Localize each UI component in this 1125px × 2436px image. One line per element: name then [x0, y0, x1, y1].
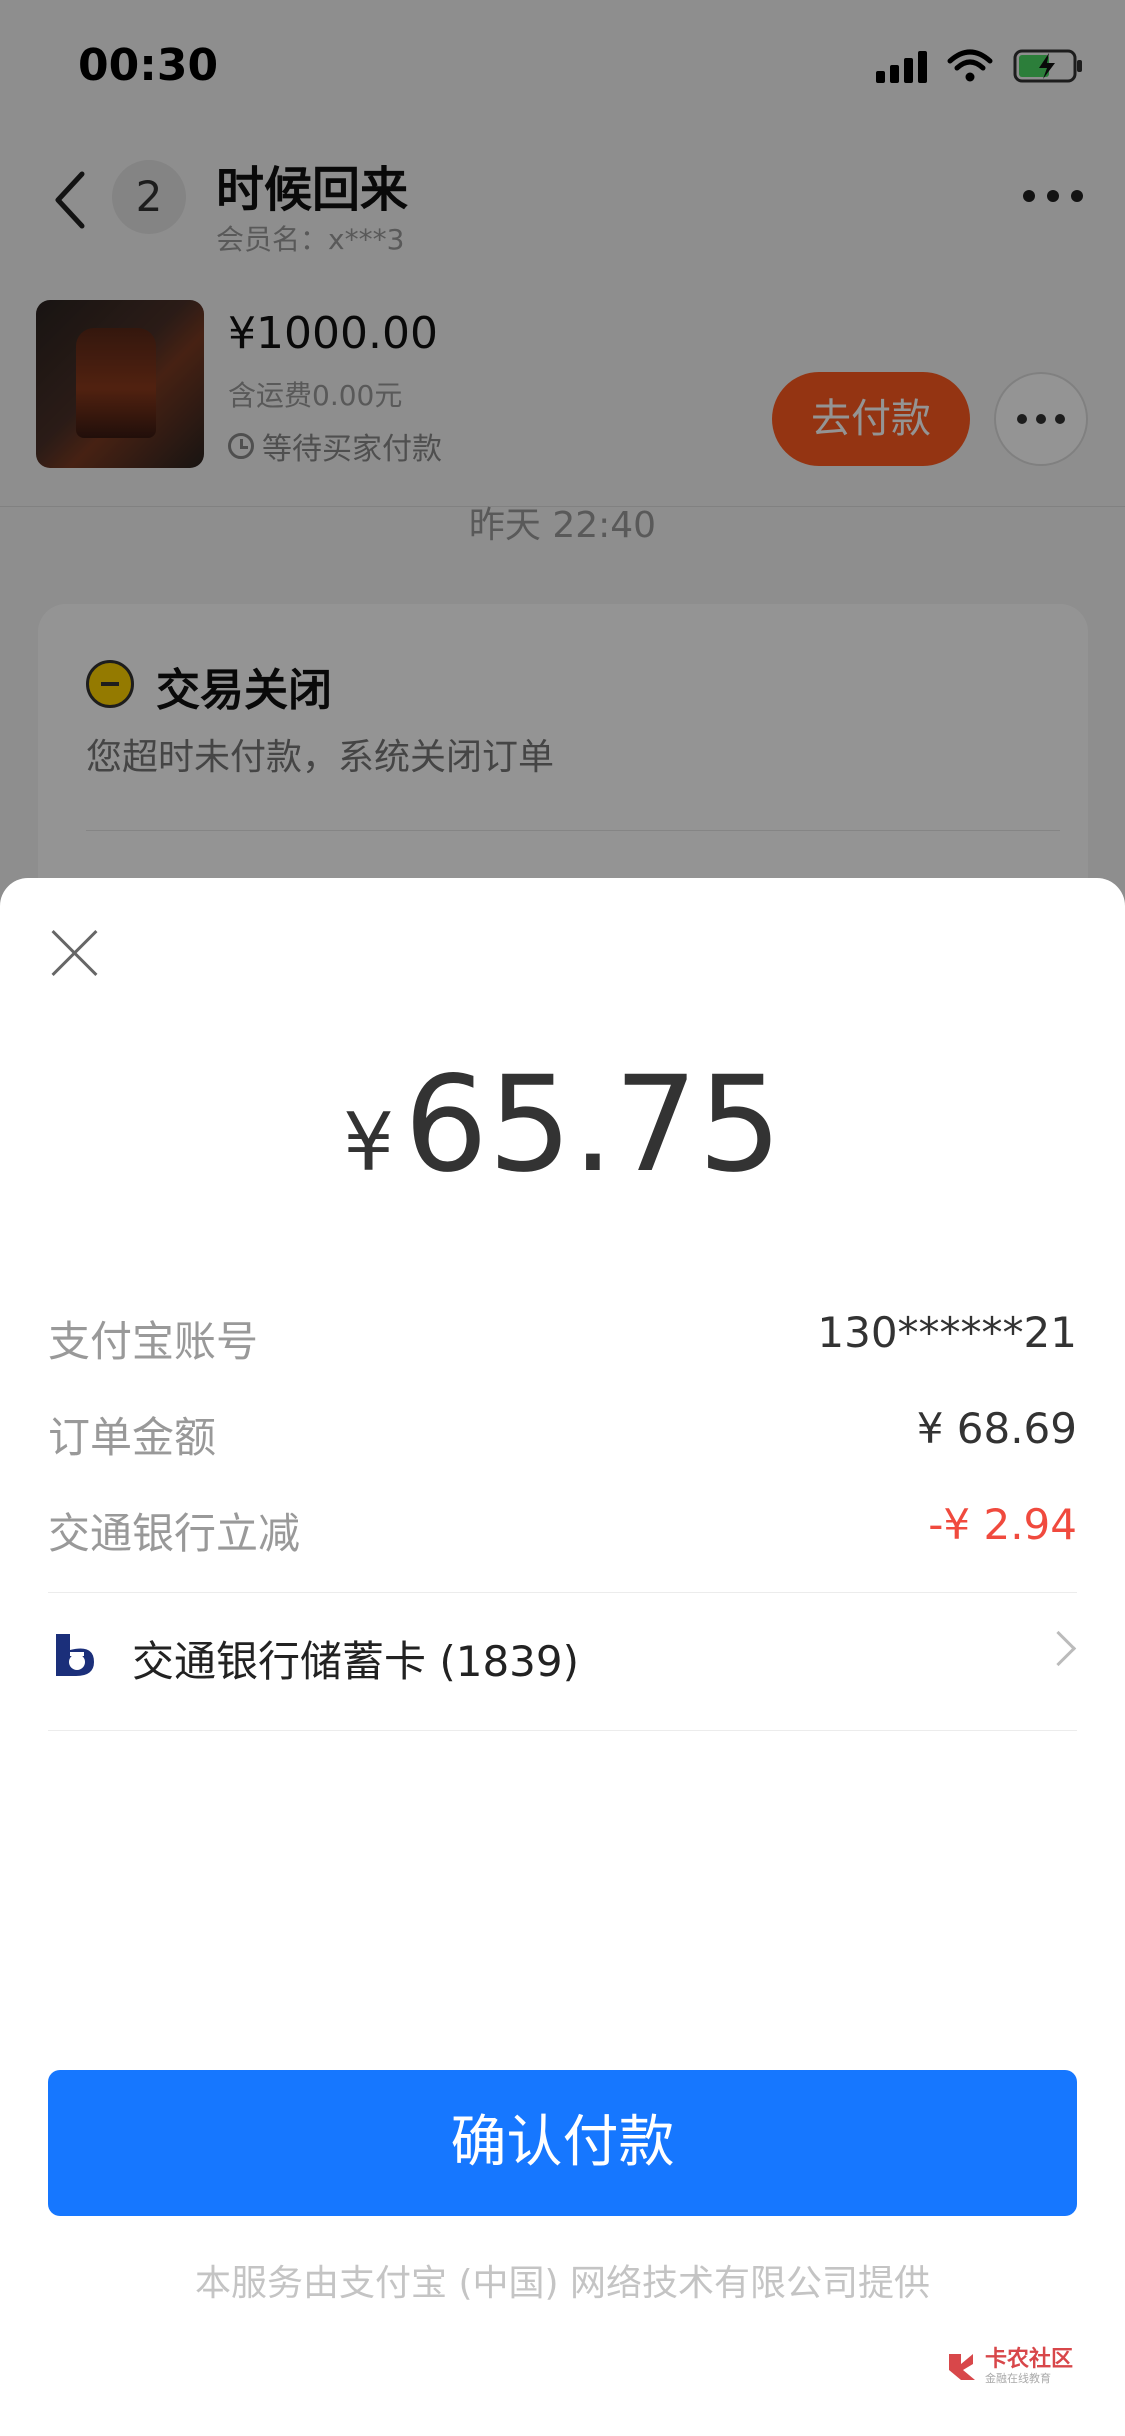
bank-card-label: 交通银行储蓄卡 (1839) [132, 1637, 580, 1686]
alipay-account-row: 支付宝账号 130******21 [48, 1308, 1077, 1368]
amount-value: 65.75 [404, 1048, 782, 1202]
confirm-payment-button[interactable]: 确认付款 [48, 2070, 1077, 2216]
watermark: 卡农社区 金融在线教育 [945, 2348, 1073, 2386]
bank-logo-icon [56, 1634, 94, 1676]
watermark-subtitle: 金融在线教育 [984, 2372, 1051, 2385]
payment-sheet: ¥65.75 支付宝账号 130******21 订单金额 ¥ 68.69 交通… [0, 878, 1125, 2436]
divider [48, 1592, 1077, 1593]
order-amount-row: 订单金额 ¥ 68.69 [48, 1404, 1077, 1464]
row-label: 支付宝账号 [48, 1317, 259, 1366]
payment-amount: ¥65.75 [0, 1048, 1125, 1202]
chevron-right-icon [1040, 1630, 1077, 1667]
close-icon[interactable] [48, 926, 102, 980]
discount-value: -¥ 2.94 [928, 1500, 1077, 1549]
watermark-logo-icon [948, 2354, 975, 2380]
payment-method-selector[interactable]: 交通银行储蓄卡 (1839) [48, 1614, 1077, 1704]
currency-symbol: ¥ [343, 1096, 394, 1189]
row-value: ¥ 68.69 [916, 1404, 1077, 1453]
watermark-title: 卡农社区 [984, 2347, 1073, 2372]
divider [48, 1730, 1077, 1731]
row-label: 交通银行立减 [48, 1509, 301, 1558]
bank-discount-row: 交通银行立减 -¥ 2.94 [48, 1500, 1077, 1560]
row-value: 130******21 [817, 1308, 1077, 1357]
row-label: 订单金额 [48, 1413, 217, 1462]
service-provider-note: 本服务由支付宝 (中国) 网络技术有限公司提供 [195, 2263, 930, 2304]
